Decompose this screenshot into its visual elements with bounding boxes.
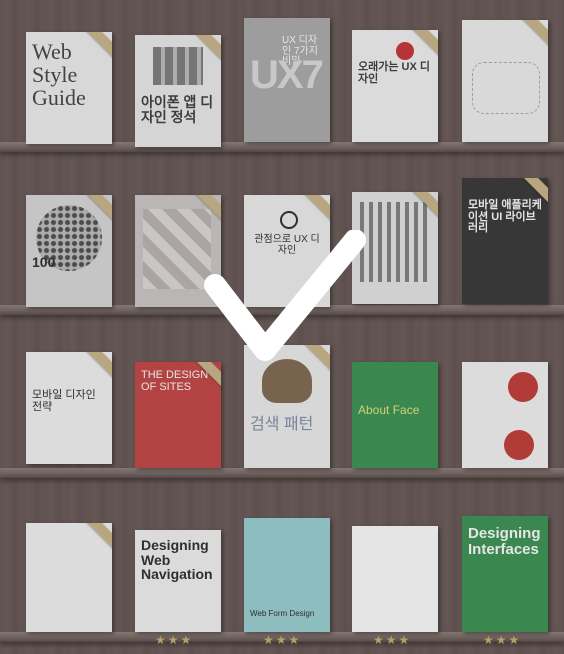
book-title: About Face: [358, 403, 420, 417]
book-title: Web Form Design: [250, 609, 315, 618]
book-title: Designing Web Navigation: [141, 537, 213, 583]
ribbon-icon: [402, 30, 438, 66]
book-white[interactable]: [26, 523, 112, 632]
book-100-things[interactable]: 100: [26, 195, 112, 307]
ribbon-icon: [185, 195, 221, 231]
book-web-form-design[interactable]: Web Form Design: [244, 518, 330, 632]
book-web-style-guide[interactable]: Web Style Guide: [26, 32, 112, 144]
shelf-plank-3: [0, 468, 564, 478]
ribbon-icon: [76, 352, 112, 388]
ribbon-icon: [512, 178, 548, 214]
book-big-mark: UX7: [250, 53, 324, 97]
book-mobile-design-strategy[interactable]: 모바일 디자인 전략: [26, 352, 112, 464]
book-ui-library[interactable]: 모바일 애플리케이션 UI 라이브러리: [462, 178, 548, 304]
red-ball-icon: [508, 372, 538, 402]
book-title: 아이폰 앱 디자인 정석: [141, 94, 214, 125]
ribbon-icon: [76, 195, 112, 231]
rating-stars: ★★★: [373, 633, 412, 647]
book-title: 모바일 디자인 전략: [32, 389, 96, 413]
book-lasting-ux-design[interactable]: 오래가는 UX 디자인: [352, 30, 438, 142]
rating-stars: ★★★: [155, 633, 194, 647]
book-designing-information[interactable]: [462, 20, 548, 142]
ribbon-icon: [76, 32, 112, 68]
rating-stars: ★★★: [263, 633, 302, 647]
ribbon-icon: [185, 35, 221, 71]
rating-stars: ★★★: [483, 633, 522, 647]
book-title: 검색 패턴: [250, 416, 314, 433]
book-designing-interfaces[interactable]: Designing Interfaces: [462, 516, 548, 632]
book-iphone-app-design[interactable]: 아이폰 앱 디자인 정석: [135, 35, 221, 147]
network-illustration: [472, 62, 540, 114]
ribbon-icon: [402, 192, 438, 228]
book-ux-design-7-secrets[interactable]: UX 디자인 7가지 비밀 UX7: [244, 18, 330, 142]
book-title: Designing Interfaces: [468, 525, 541, 558]
red-ball-icon: [504, 430, 534, 460]
checkmark-icon: [204, 230, 366, 361]
book-red[interactable]: [462, 362, 548, 468]
ribbon-icon: [294, 195, 330, 231]
book-title: 100: [32, 254, 56, 270]
ribbon-icon: [76, 523, 112, 559]
ribbon-icon: [512, 20, 548, 56]
book-web-design-elements[interactable]: [352, 526, 438, 632]
book-designing-web-navigation[interactable]: Designing Web Navigation: [135, 530, 221, 632]
